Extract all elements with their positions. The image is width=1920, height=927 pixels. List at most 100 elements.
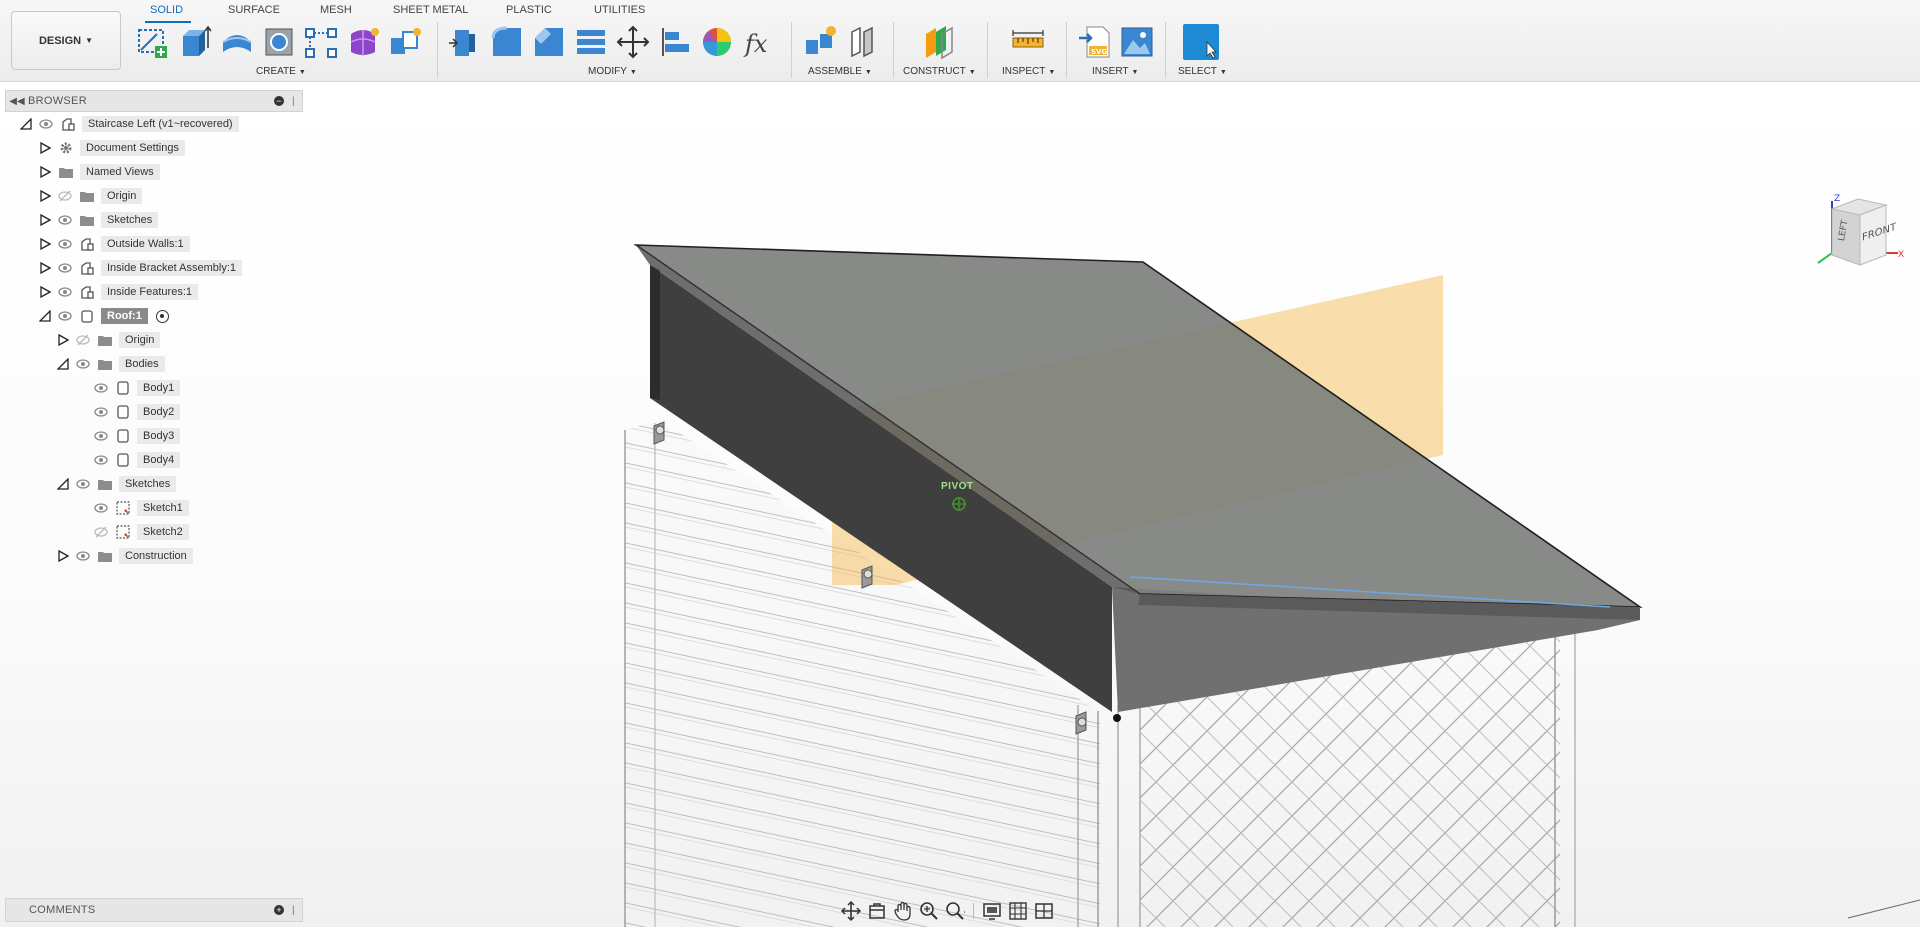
extrude-icon[interactable] [177, 24, 213, 60]
align-icon[interactable] [657, 24, 693, 60]
eye-icon[interactable] [58, 262, 72, 274]
eye-icon[interactable] [94, 430, 108, 442]
collapsed-triangle-icon[interactable] [39, 190, 51, 202]
tree-label-body3[interactable]: Body3 [137, 428, 181, 444]
tree-row-bodies[interactable]: Bodies [5, 352, 303, 376]
fit-zoom-icon[interactable] [944, 900, 966, 922]
press-pull-icon[interactable] [447, 24, 483, 60]
collapsed-triangle-icon[interactable] [57, 550, 69, 562]
create-menu[interactable]: CREATE ▼ [256, 66, 306, 77]
create-sketch-icon[interactable] [135, 24, 171, 60]
tree-row-sketches[interactable]: Sketches [5, 208, 303, 232]
form-icon[interactable] [345, 24, 381, 60]
move-copy-icon[interactable] [615, 24, 651, 60]
chamfer-icon[interactable] [531, 24, 567, 60]
tab-mesh[interactable]: MESH [320, 4, 352, 16]
eye-icon[interactable] [76, 358, 90, 370]
add-comment-icon[interactable]: + [274, 905, 284, 915]
tab-utilities[interactable]: UTILITIES [594, 4, 645, 16]
eye-hidden-icon[interactable] [76, 334, 90, 346]
tree-label-sketches[interactable]: Sketches [101, 212, 159, 228]
assemble-menu[interactable]: ASSEMBLE ▼ [808, 66, 872, 77]
select-menu[interactable]: SELECT ▼ [1178, 66, 1227, 77]
tree-row-roof[interactable]: Roof:1 [5, 304, 303, 328]
tab-surface[interactable]: SURFACE [228, 4, 280, 16]
derive-icon[interactable] [387, 24, 423, 60]
tree-label-named-views[interactable]: Named Views [80, 164, 160, 180]
joint-icon[interactable] [844, 24, 880, 60]
tree-row-inside-bracket-assembly[interactable]: Inside Bracket Assembly:1 [5, 256, 303, 280]
viewports-icon[interactable] [1033, 900, 1055, 922]
tab-plastic[interactable]: PLASTIC [506, 4, 552, 16]
expanded-triangle-icon[interactable] [57, 478, 69, 490]
tree-label-roof[interactable]: Roof:1 [101, 308, 148, 324]
eye-icon[interactable] [39, 118, 53, 130]
tree-row-root[interactable]: Staircase Left (v1~recovered) [5, 112, 303, 136]
pattern-icon[interactable] [303, 24, 339, 60]
tree-row-sketch2[interactable]: Sketch2 [5, 520, 303, 544]
collapse-panel-icon[interactable]: ◀◀ [6, 96, 28, 107]
tree-label-bodies[interactable]: Bodies [119, 356, 165, 372]
tree-row-roof-sketches[interactable]: Sketches [5, 472, 303, 496]
fillet-icon[interactable] [489, 24, 525, 60]
eye-hidden-icon[interactable] [94, 526, 108, 538]
minus-circle-icon[interactable]: − [274, 96, 284, 106]
shell-icon[interactable] [573, 24, 609, 60]
tab-sheet-metal[interactable]: SHEET METAL [393, 4, 468, 16]
new-component-icon[interactable] [802, 24, 838, 60]
collapsed-triangle-icon[interactable] [57, 334, 69, 346]
inspect-menu[interactable]: INSPECT ▼ [1002, 66, 1055, 77]
grid-settings-icon[interactable] [1007, 900, 1029, 922]
insert-menu[interactable]: INSERT ▼ [1092, 66, 1138, 77]
hole-icon[interactable] [261, 24, 297, 60]
eye-icon[interactable] [76, 550, 90, 562]
tree-row-origin[interactable]: Origin [5, 184, 303, 208]
eye-icon[interactable] [58, 286, 72, 298]
tree-label-root[interactable]: Staircase Left (v1~recovered) [82, 116, 239, 132]
tree-label-origin[interactable]: Origin [101, 188, 143, 204]
pan-hand-icon[interactable] [892, 900, 914, 922]
pivot-marker-icon[interactable] [951, 496, 967, 512]
tree-label-roof-sketches[interactable]: Sketches [119, 476, 177, 492]
tree-label-inside-features[interactable]: Inside Features:1 [101, 284, 198, 300]
tree-row-construction[interactable]: Construction [5, 544, 303, 568]
design-workspace-dropdown[interactable]: DESIGN ▼ [11, 11, 121, 70]
tree-row-sketch1[interactable]: Sketch1 [5, 496, 303, 520]
appearance-icon[interactable] [699, 24, 735, 60]
tree-label-construction[interactable]: Construction [119, 548, 193, 564]
pin-icon[interactable]: | [292, 96, 302, 107]
tree-row-document-settings[interactable]: Document Settings [5, 136, 303, 160]
tree-label-body2[interactable]: Body2 [137, 404, 181, 420]
pin-icon[interactable]: | [292, 905, 302, 916]
insert-canvas-icon[interactable] [1119, 24, 1155, 60]
collapsed-triangle-icon[interactable] [39, 238, 51, 250]
eye-icon[interactable] [58, 310, 72, 322]
eye-icon[interactable] [94, 454, 108, 466]
modify-menu[interactable]: MODIFY ▼ [588, 66, 637, 77]
expanded-triangle-icon[interactable] [20, 118, 32, 130]
tree-label-body1[interactable]: Body1 [137, 380, 181, 396]
collapsed-triangle-icon[interactable] [39, 214, 51, 226]
orbit-icon[interactable] [840, 900, 862, 922]
look-at-icon[interactable] [866, 900, 888, 922]
tree-label-roof-origin[interactable]: Origin [119, 332, 161, 348]
collapsed-triangle-icon[interactable] [39, 166, 51, 178]
tree-row-body3[interactable]: Body3 [5, 424, 303, 448]
eye-icon[interactable] [94, 382, 108, 394]
collapsed-triangle-icon[interactable] [39, 142, 51, 154]
activate-component-radio[interactable] [155, 309, 169, 323]
eye-icon[interactable] [94, 406, 108, 418]
parameters-icon[interactable]: fx [741, 24, 777, 60]
tree-row-body2[interactable]: Body2 [5, 400, 303, 424]
tree-label-inside-bracket-assembly[interactable]: Inside Bracket Assembly:1 [101, 260, 243, 276]
select-icon[interactable] [1183, 24, 1219, 60]
tree-label-body4[interactable]: Body4 [137, 452, 181, 468]
construct-menu[interactable]: CONSTRUCT ▼ [903, 66, 976, 77]
display-settings-icon[interactable] [981, 900, 1003, 922]
eye-icon[interactable] [94, 502, 108, 514]
expanded-triangle-icon[interactable] [57, 358, 69, 370]
tree-row-inside-features[interactable]: Inside Features:1 [5, 280, 303, 304]
tree-row-named-views[interactable]: Named Views [5, 160, 303, 184]
tree-label-sketch2[interactable]: Sketch2 [137, 524, 189, 540]
eye-hidden-icon[interactable] [58, 190, 72, 202]
